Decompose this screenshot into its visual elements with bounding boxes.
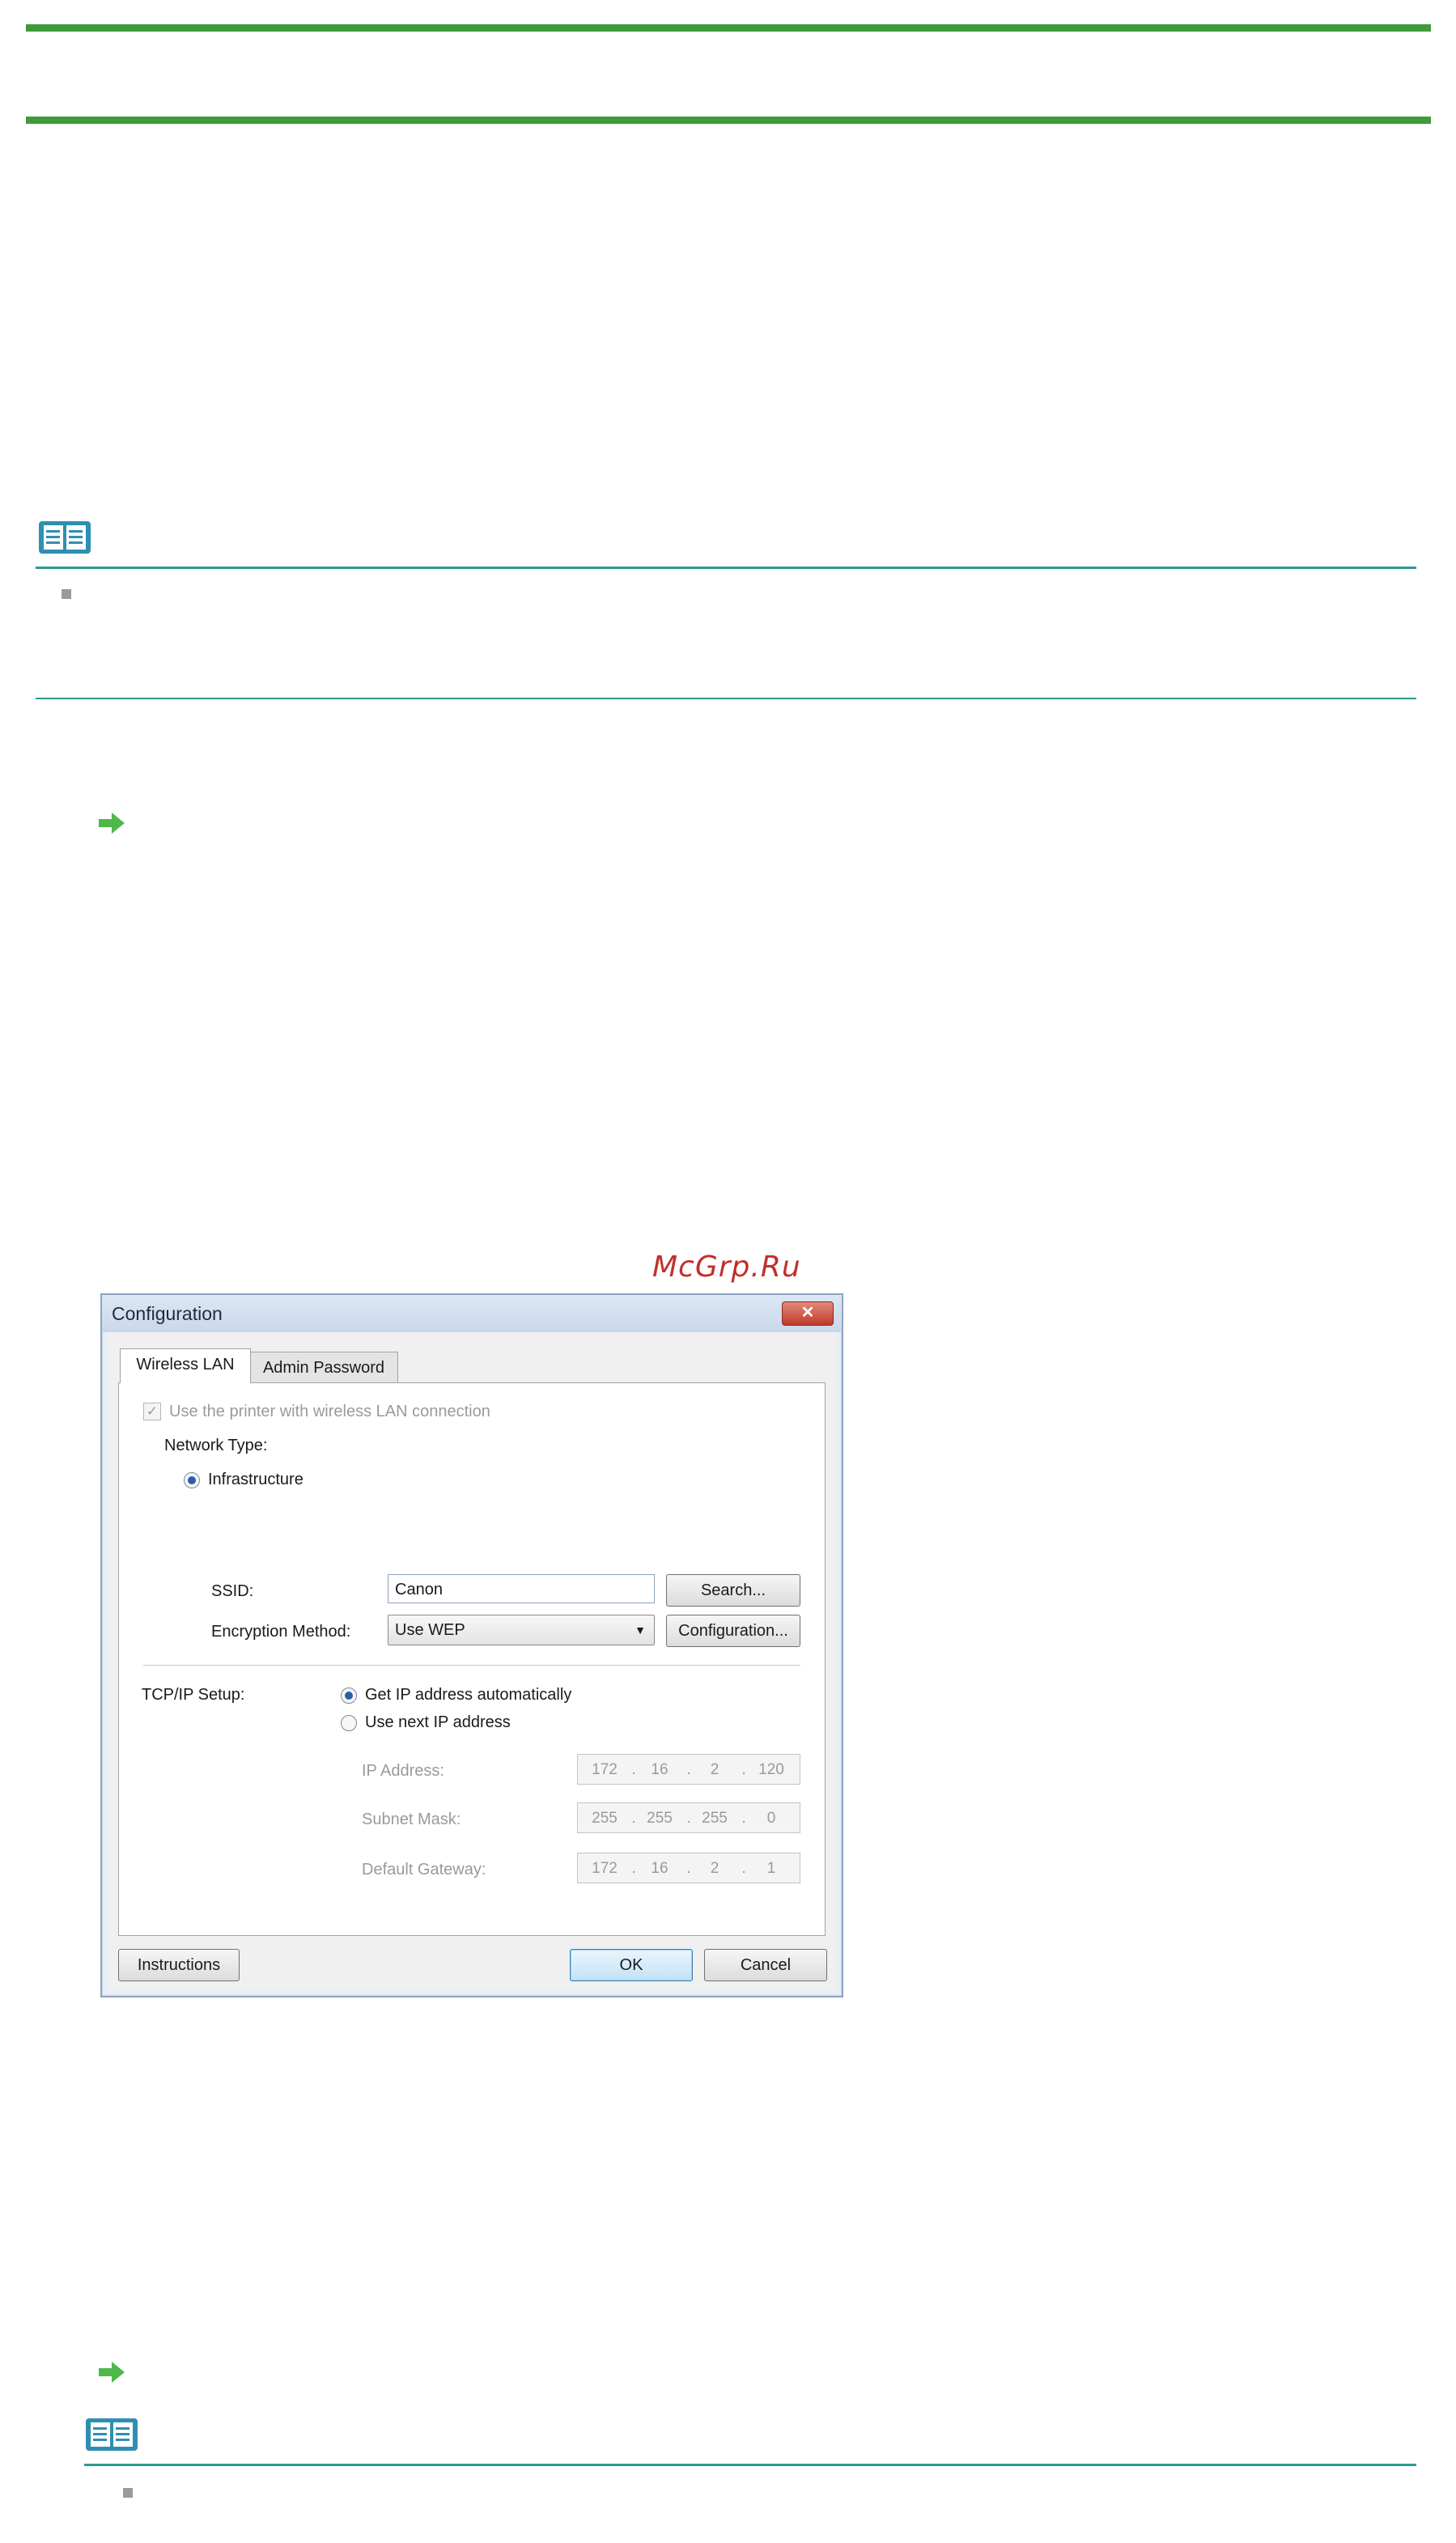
ip-octet-4: 120 bbox=[758, 1761, 784, 1778]
ssid-input[interactable]: Canon bbox=[388, 1574, 655, 1603]
encryption-method-select[interactable]: Use WEP ▼ bbox=[388, 1615, 655, 1645]
subnet-mask-label: Subnet Mask: bbox=[362, 1811, 461, 1828]
auto-ip-radio[interactable] bbox=[341, 1688, 357, 1704]
header-top-rule bbox=[26, 24, 1431, 32]
subnet-octet-4: 0 bbox=[766, 1810, 776, 1827]
ip-dot: . bbox=[686, 1860, 691, 1877]
gateway-octet-2: 16 bbox=[651, 1860, 669, 1877]
gateway-octet-1: 172 bbox=[592, 1860, 618, 1877]
subnet-octet-2: 255 bbox=[647, 1810, 673, 1827]
encryption-method-value: Use WEP bbox=[395, 1621, 465, 1639]
subnet-mask-field[interactable]: 255 . 255 . 255 . 0 bbox=[577, 1802, 800, 1833]
infrastructure-label: Infrastructure bbox=[208, 1471, 304, 1488]
default-gateway-field[interactable]: 172 . 16 . 2 . 1 bbox=[577, 1853, 800, 1883]
ip-dot: . bbox=[631, 1810, 636, 1827]
note-bottom-rule bbox=[36, 698, 1416, 699]
subnet-octet-1: 255 bbox=[592, 1810, 618, 1827]
configuration-dialog: Configuration ✕ Wireless LAN Admin Passw… bbox=[100, 1293, 843, 1997]
tcpip-setup-label: TCP/IP Setup: bbox=[142, 1686, 245, 1704]
infrastructure-radio[interactable] bbox=[184, 1472, 200, 1488]
ip-address-label: IP Address: bbox=[362, 1762, 444, 1780]
next-ip-radio[interactable] bbox=[341, 1715, 357, 1731]
header-bottom-rule bbox=[26, 117, 1431, 124]
ip-dot: . bbox=[631, 1761, 636, 1778]
ip-dot: . bbox=[686, 1761, 691, 1778]
note-top-rule bbox=[84, 2464, 1416, 2466]
close-button[interactable]: ✕ bbox=[782, 1301, 834, 1326]
next-ip-label: Use next IP address bbox=[365, 1713, 511, 1731]
network-type-label: Network Type: bbox=[164, 1437, 268, 1454]
wireless-lan-checkbox[interactable]: ✓ bbox=[143, 1403, 161, 1420]
ip-octet-2: 16 bbox=[651, 1761, 669, 1778]
note-bullet bbox=[62, 589, 71, 599]
ssid-label: SSID: bbox=[211, 1582, 254, 1600]
note-book-icon bbox=[86, 2418, 138, 2451]
encryption-method-label: Encryption Method: bbox=[211, 1623, 351, 1641]
ip-octet-1: 172 bbox=[592, 1761, 618, 1778]
encryption-configuration-button[interactable]: Configuration... bbox=[666, 1615, 800, 1647]
dialog-title: Configuration bbox=[112, 1303, 223, 1324]
dialog-titlebar[interactable]: Configuration ✕ bbox=[102, 1295, 842, 1332]
cancel-button[interactable]: Cancel bbox=[704, 1949, 827, 1981]
wireless-lan-panel: ✓ Use the printer with wireless LAN conn… bbox=[118, 1382, 826, 1936]
chevron-down-icon: ▼ bbox=[635, 1624, 646, 1637]
ip-dot: . bbox=[686, 1810, 691, 1827]
gateway-octet-3: 2 bbox=[710, 1860, 720, 1877]
note-bullet bbox=[123, 2488, 133, 2498]
wireless-lan-checkbox-label: Use the printer with wireless LAN connec… bbox=[169, 1403, 490, 1420]
default-gateway-label: Default Gateway: bbox=[362, 1861, 486, 1879]
arrow-right-icon[interactable] bbox=[99, 813, 125, 834]
tab-admin-password[interactable]: Admin Password bbox=[249, 1352, 398, 1383]
ip-octet-3: 2 bbox=[710, 1761, 720, 1778]
gateway-octet-4: 1 bbox=[766, 1860, 776, 1877]
ok-button[interactable]: OK bbox=[570, 1949, 693, 1981]
ip-dot: . bbox=[741, 1860, 746, 1877]
search-button[interactable]: Search... bbox=[666, 1574, 800, 1607]
arrow-right-icon[interactable] bbox=[99, 2362, 125, 2383]
ip-dot: . bbox=[741, 1761, 746, 1778]
ip-address-field[interactable]: 172 . 16 . 2 . 120 bbox=[577, 1754, 800, 1785]
section-divider bbox=[143, 1665, 800, 1666]
tab-wireless-lan[interactable]: Wireless LAN bbox=[120, 1348, 251, 1383]
note-top-rule bbox=[36, 567, 1416, 569]
dialog-client-area: Wireless LAN Admin Password ✓ Use the pr… bbox=[108, 1332, 835, 1989]
subnet-octet-3: 255 bbox=[702, 1810, 728, 1827]
ip-dot: . bbox=[741, 1810, 746, 1827]
ip-dot: . bbox=[631, 1860, 636, 1877]
auto-ip-label: Get IP address automatically bbox=[365, 1686, 572, 1704]
watermark-text: McGrp.Ru bbox=[652, 1250, 801, 1284]
note-book-icon bbox=[39, 521, 91, 554]
instructions-button[interactable]: Instructions bbox=[118, 1949, 240, 1981]
